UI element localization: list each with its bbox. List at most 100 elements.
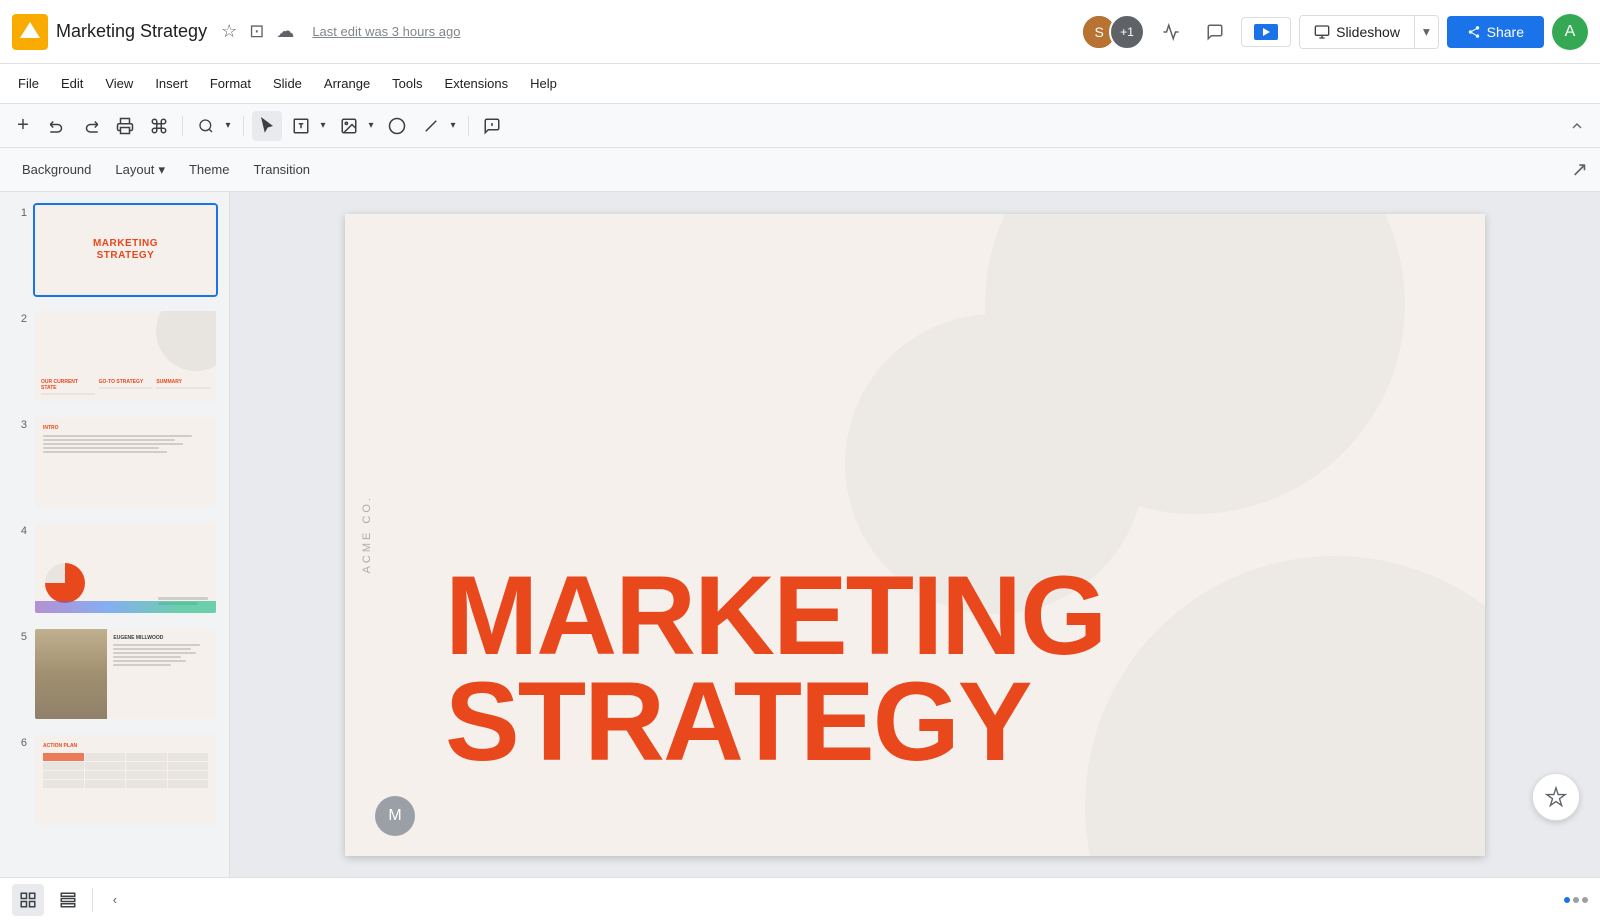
cloud-icon[interactable]: ☁ <box>276 21 294 42</box>
collaborator-avatar-2[interactable]: +1 <box>1109 14 1145 50</box>
collapse-panel-button[interactable]: ‹ <box>101 886 129 914</box>
share-button[interactable]: Share <box>1447 16 1544 48</box>
app-icon[interactable] <box>12 14 48 50</box>
slide-number-6: 6 <box>11 733 27 749</box>
slideshow-button-group: Slideshow ▾ <box>1299 15 1439 49</box>
star-icon[interactable]: ☆ <box>221 21 237 42</box>
slide-title-line1: MARKETING STRATEGY <box>445 563 1425 776</box>
slide-item-4[interactable]: 4 <box>8 518 221 618</box>
share-label: Share <box>1487 24 1524 40</box>
slide-number-1: 1 <box>11 203 27 219</box>
transition-button[interactable]: Transition <box>243 154 320 186</box>
magic-button[interactable] <box>1532 773 1580 821</box>
collapse-toolbar-button[interactable] <box>1562 111 1592 141</box>
slide-user-avatar: M <box>375 796 415 836</box>
topbar-right: S +1 Slideshow ▾ Share A <box>1081 14 1588 50</box>
image-dropdown-button[interactable]: ▾ <box>364 111 378 141</box>
comment-button[interactable] <box>1197 14 1233 50</box>
menu-file[interactable]: File <box>8 72 49 95</box>
last-edit-label[interactable]: Last edit was 3 hours ago <box>312 24 460 39</box>
menu-slide[interactable]: Slide <box>263 72 312 95</box>
menu-view[interactable]: View <box>95 72 143 95</box>
background-button[interactable]: Background <box>12 154 101 186</box>
line-button[interactable] <box>416 111 446 141</box>
toolbar-separator-3 <box>468 116 469 136</box>
activity-button[interactable] <box>1153 14 1189 50</box>
slide-number-4: 4 <box>11 521 27 537</box>
slide-list-view-button[interactable] <box>12 884 44 916</box>
line-control: ▾ <box>416 111 460 141</box>
slideshow-dropdown-button[interactable]: ▾ <box>1415 16 1438 48</box>
slide-number-2: 2 <box>11 309 27 325</box>
layout-dropdown-arrow: ▾ <box>158 162 165 178</box>
menu-format[interactable]: Format <box>200 72 261 95</box>
slide-panel: 1 MARKETINGSTRATEGY 2 OUR CURRENT STATE <box>0 192 230 877</box>
layout-button[interactable]: Layout ▾ <box>105 154 175 186</box>
slide-item-1[interactable]: 1 MARKETINGSTRATEGY <box>8 200 221 300</box>
slide-thumbnail-3[interactable]: INTRO <box>33 415 218 509</box>
menubar: File Edit View Insert Format Slide Arran… <box>0 64 1600 104</box>
bottombar-separator <box>92 888 93 912</box>
toolbar-separator-1 <box>182 116 183 136</box>
menu-insert[interactable]: Insert <box>145 72 198 95</box>
textbox-dropdown-button[interactable]: ▾ <box>316 111 330 141</box>
collaborators-avatars: S +1 <box>1081 14 1145 50</box>
toolbar: + ▾ ▾ ▾ <box>0 104 1600 148</box>
drive-icon[interactable]: ⊡ <box>249 21 264 42</box>
slide-item-5[interactable]: 5 EUGENE MILLWOOD <box>8 624 221 724</box>
line-dropdown-button[interactable]: ▾ <box>446 111 460 141</box>
slide-number-5: 5 <box>11 627 27 643</box>
zoom-button[interactable] <box>191 111 221 141</box>
theme-button[interactable]: Theme <box>179 154 239 186</box>
menu-arrange[interactable]: Arrange <box>314 72 380 95</box>
slide-item-6[interactable]: 6 ACTION PLAN <box>8 730 221 830</box>
image-button[interactable] <box>334 111 364 141</box>
print-button[interactable] <box>110 111 140 141</box>
menu-extensions[interactable]: Extensions <box>435 72 519 95</box>
zoom-dropdown-button[interactable]: ▾ <box>221 111 235 141</box>
slide-thumbnail-5[interactable]: EUGENE MILLWOOD <box>33 627 218 721</box>
dot-1 <box>1564 897 1570 903</box>
slideshow-label: Slideshow <box>1336 24 1400 40</box>
acme-text: ACME CO. <box>361 495 373 573</box>
textbox-control: ▾ <box>286 111 330 141</box>
slide-thumbnail-4[interactable] <box>33 521 218 615</box>
slide-thumbnail-6[interactable]: ACTION PLAN <box>33 733 218 827</box>
slide-main-title[interactable]: MARKETING STRATEGY <box>445 563 1425 776</box>
zoom-control: ▾ <box>191 111 235 141</box>
slide-canvas[interactable]: ACME CO. MARKETING STRATEGY M <box>345 214 1485 856</box>
dot-2 <box>1573 897 1579 903</box>
slideshow-button[interactable]: Slideshow <box>1300 16 1415 48</box>
slide-1-title: MARKETINGSTRATEGY <box>93 238 158 262</box>
menu-help[interactable]: Help <box>520 72 567 95</box>
bottombar-right <box>1564 897 1588 903</box>
select-tool-button[interactable] <box>252 111 282 141</box>
paint-format-button[interactable] <box>144 111 174 141</box>
acme-logo-area: ACME CO. <box>361 214 373 856</box>
cursor-icon: ↗ <box>1571 157 1588 182</box>
slide-item-2[interactable]: 2 OUR CURRENT STATE GO-TO STRATEGY SUMMA… <box>8 306 221 406</box>
bottombar: ‹ <box>0 877 1600 921</box>
slide-item-3[interactable]: 3 INTRO <box>8 412 221 512</box>
user-avatar-button[interactable]: A <box>1552 14 1588 50</box>
formattingbar: Background Layout ▾ Theme Transition ↗ <box>0 148 1600 192</box>
image-control: ▾ <box>334 111 378 141</box>
slide-thumbnail-1[interactable]: MARKETINGSTRATEGY <box>33 203 218 297</box>
slide-thumbnail-2[interactable]: OUR CURRENT STATE GO-TO STRATEGY SUMMARY <box>33 309 218 403</box>
redo-button[interactable] <box>76 111 106 141</box>
add-slide-button[interactable]: + <box>8 111 38 141</box>
slides-icon <box>20 22 40 38</box>
undo-button[interactable] <box>42 111 72 141</box>
dot-3 <box>1582 897 1588 903</box>
shape-button[interactable] <box>382 111 412 141</box>
textbox-button[interactable] <box>286 111 316 141</box>
toolbar-separator-2 <box>243 116 244 136</box>
menu-edit[interactable]: Edit <box>51 72 93 95</box>
slide-grid-view-button[interactable] <box>52 884 84 916</box>
toolbar-right <box>1562 111 1592 141</box>
add-comment-button[interactable] <box>477 111 507 141</box>
meet-button[interactable] <box>1241 17 1291 47</box>
menu-tools[interactable]: Tools <box>382 72 432 95</box>
topbar: Marketing Strategy ☆ ⊡ ☁ Last edit was 3… <box>0 0 1600 64</box>
canvas-area[interactable]: ACME CO. MARKETING STRATEGY M <box>230 192 1600 877</box>
